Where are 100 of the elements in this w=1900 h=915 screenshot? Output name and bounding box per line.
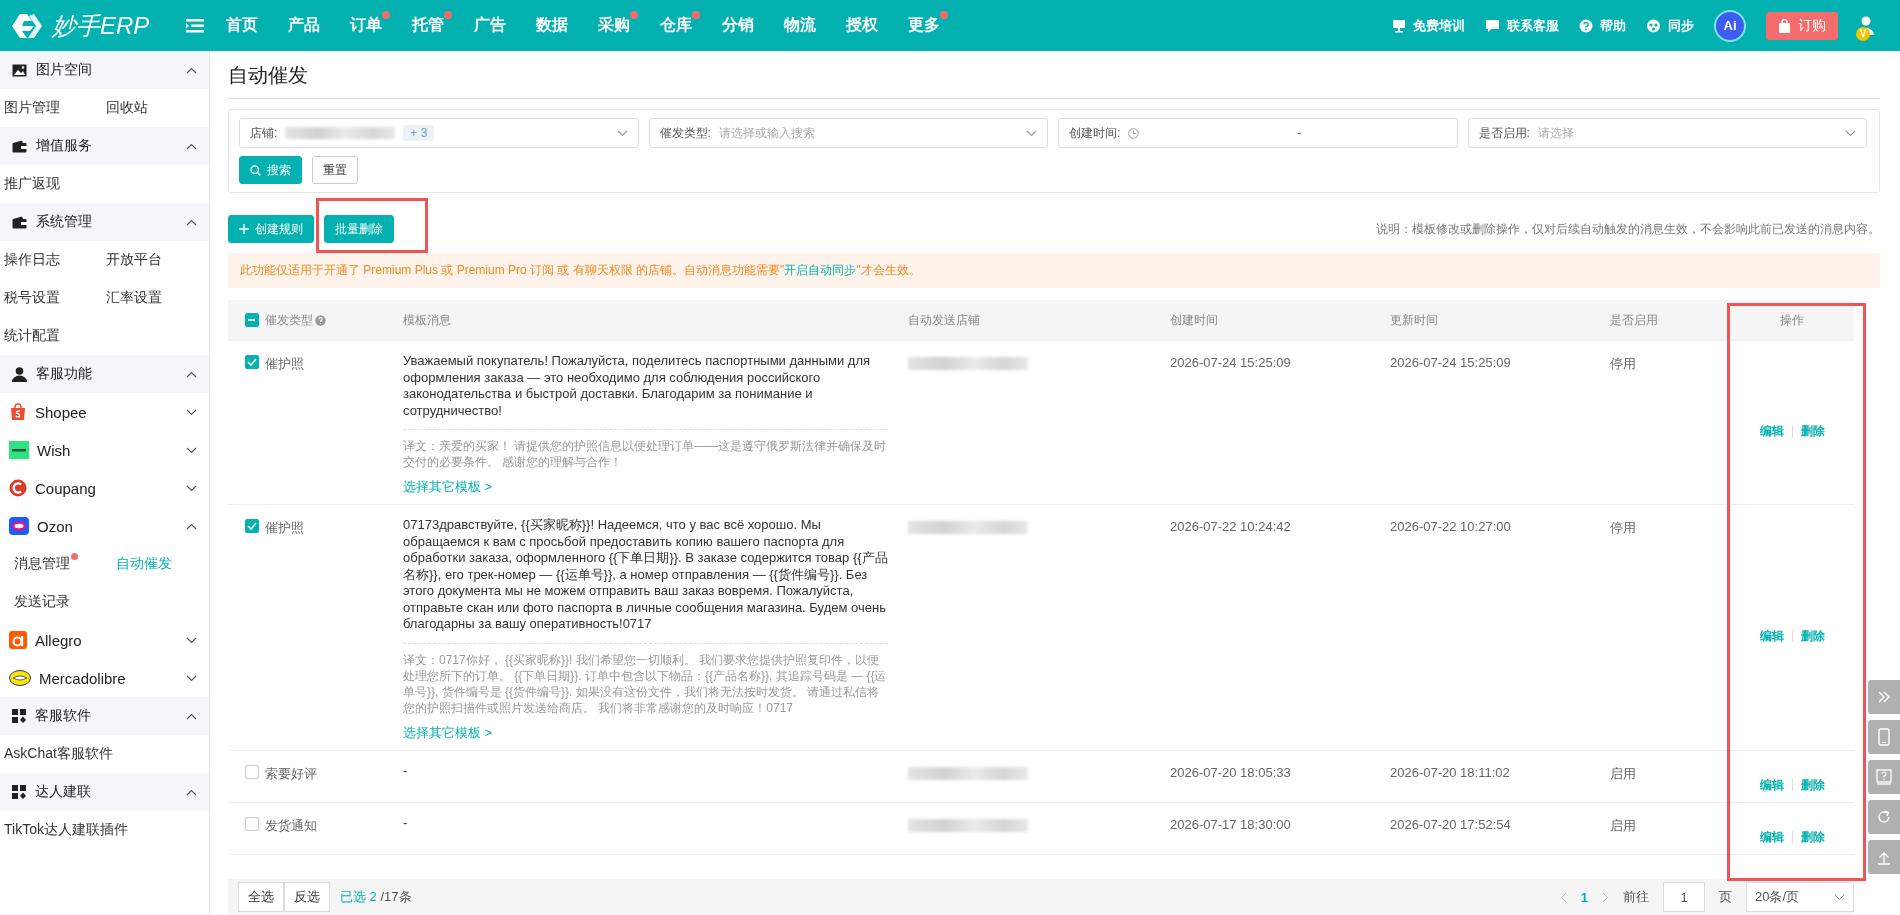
next-page-icon[interactable] [1602, 891, 1609, 903]
order-button[interactable]: 订购 [1766, 11, 1838, 40]
sync-icon [1646, 18, 1661, 33]
sidebar-link[interactable]: AskChat客服软件 [0, 735, 209, 773]
select-all-checkbox[interactable] [244, 313, 259, 327]
sidebar-section-title: 达人建联 [35, 783, 91, 801]
wallet-icon [12, 215, 27, 229]
ai-assistant-button[interactable]: Ai [1714, 9, 1746, 42]
sidebar-section-header[interactable]: 达人建联 [0, 773, 209, 811]
sidebar-link[interactable]: 汇率设置 [102, 279, 209, 317]
row-action-link[interactable]: 删除 [1800, 627, 1825, 645]
sidebar-link[interactable]: 开放平台 [102, 241, 209, 279]
platform-logo-icon [9, 441, 29, 459]
page-input[interactable]: 1 [1663, 882, 1705, 912]
filter-field[interactable]: 催发类型: 请选择或输入搜索 [648, 118, 1048, 148]
sidebar-link[interactable]: 回收站 [102, 89, 209, 127]
row-checkbox[interactable] [244, 355, 259, 369]
side-tool-button[interactable] [1868, 680, 1900, 714]
table-cell: 2026-07-22 10:24:42 [1170, 519, 1291, 534]
filter-field[interactable]: 是否启用: 请选择 [1467, 118, 1867, 148]
column-header: 更新时间 [1390, 311, 1438, 329]
sidebar-link[interactable]: 税号设置 [0, 279, 102, 317]
translation-text: 译文：0717你好， {{买家昵称}}! 我们希望您一切顺利。 我们要求您提供护照复印件，以便处理您所下的订单。 {{下单日期}}. 订单中包含以下物品：{{产品名称}}, 其追踪号码是 — {{运单号}}, 货件编号是 {{货件编号}}. 如果没有这份文件，我们将无法按时发货。 请通过私信将您的护照扫描件或照片发送给商店。 我们将非常感谢您的及时响应！0717 [403, 651, 888, 716]
row-action-link[interactable]: 编辑 [1759, 776, 1784, 794]
platform-menu-item[interactable]: Ozon [0, 507, 209, 545]
platform-name: Allegro [35, 631, 82, 649]
caret-icon [1845, 129, 1856, 137]
invert-selection-button[interactable]: 反选 [284, 882, 330, 912]
side-tool-button[interactable] [1868, 800, 1900, 834]
help-book-icon [1876, 769, 1892, 785]
table-cell: 停用 [1610, 355, 1636, 373]
image-icon [12, 63, 27, 77]
sidebar-section-title: 图片空间 [36, 61, 92, 79]
row-action-link[interactable]: 删除 [1800, 776, 1825, 794]
row-checkbox[interactable] [244, 816, 259, 831]
side-tool-button[interactable] [1868, 840, 1900, 874]
platform-menu-item[interactable]: Coupang [0, 469, 209, 507]
row-action-link[interactable]: 编辑 [1759, 423, 1784, 440]
plus-icon [239, 224, 249, 234]
platform-name: Wish [37, 441, 71, 459]
menu-icon[interactable] [186, 18, 204, 33]
table-cell: 2026-07-17 18:30:00 [1170, 816, 1291, 832]
goto-label: 前往 [1623, 888, 1649, 906]
row-checkbox[interactable] [244, 764, 259, 779]
count-tag: + 3 [403, 125, 435, 141]
sidebar-section-title: 客服软件 [35, 707, 91, 725]
row-checkbox[interactable] [244, 519, 259, 533]
filter-field[interactable]: 店铺: + 3 [239, 118, 639, 148]
sidebar-section-title: 系统管理 [36, 213, 92, 231]
column-header: 催发类型 [265, 311, 313, 329]
platform-menu-item[interactable]: Allegro [0, 621, 209, 659]
sidebar-link[interactable]: TikTok达人建联插件 [0, 811, 209, 849]
message-text: - [403, 762, 408, 779]
message-text: - [403, 814, 408, 831]
sidebar-link[interactable]: 发送记录 [10, 583, 112, 621]
sidebar-link[interactable]: 图片管理 [0, 89, 102, 127]
sidebar-section-title: 客服功能 [36, 365, 92, 383]
side-tool-button[interactable] [1868, 760, 1900, 794]
row-action-link[interactable]: 删除 [1800, 828, 1825, 846]
sidebar-section-header[interactable]: 图片空间 [0, 51, 209, 89]
page-size-select[interactable]: 20条/页 [1746, 882, 1854, 912]
caret-icon [616, 129, 628, 137]
sidebar-section-header[interactable]: 客服软件 [0, 697, 209, 735]
row-action-link[interactable]: 删除 [1800, 423, 1825, 440]
help-icon [315, 314, 326, 326]
sidebar-link[interactable]: 统计配置 [0, 317, 102, 355]
platform-name: Ozon [37, 517, 73, 535]
sidebar-link[interactable]: 自动催发 [112, 545, 209, 583]
filter-field[interactable]: 创建时间: - [1058, 118, 1458, 148]
apps-icon [12, 785, 26, 799]
platform-logo-icon [9, 631, 27, 649]
platform-menu-item[interactable]: Mercadolibre [0, 659, 209, 697]
sidebar-link[interactable]: 操作日志 [0, 241, 102, 279]
platform-menu-item[interactable]: Wish [0, 431, 209, 469]
choose-template-link[interactable]: 选择其它模板 > [403, 723, 493, 742]
reset-button[interactable]: 重置 [312, 156, 358, 184]
platform-name: Mercadolibre [39, 669, 126, 687]
help-icon [1579, 18, 1593, 33]
table-cell: 2026-07-20 18:11:02 [1390, 764, 1510, 780]
clock-icon [1128, 127, 1140, 139]
platform-name: Coupang [35, 479, 96, 497]
side-tool-button[interactable] [1868, 720, 1900, 754]
table-cell: 催护照 [265, 355, 304, 373]
select-all-button[interactable]: 全选 [238, 882, 284, 912]
row-action-link[interactable]: 编辑 [1759, 828, 1784, 846]
previous-page-icon[interactable] [1559, 891, 1567, 903]
platform-menu-item[interactable]: Shopee [0, 393, 209, 431]
table-cell: 停用 [1610, 519, 1636, 537]
sidebar-section-header[interactable]: 增值服务 [0, 127, 209, 165]
refresh-icon [1876, 809, 1892, 825]
shopping-bag-logo-icon [9, 403, 27, 421]
choose-template-link[interactable]: 选择其它模板 > [403, 478, 493, 496]
row-action-link[interactable]: 编辑 [1759, 627, 1784, 645]
sidebar-link[interactable]: 推广返现 [0, 165, 209, 203]
wallet-icon [12, 139, 27, 153]
platform-logo-icon [9, 517, 29, 535]
sidebar-section-header[interactable]: 客服功能 [0, 355, 209, 393]
page-title: 自动催发 [228, 51, 1880, 99]
sidebar-section-header[interactable]: 系统管理 [0, 203, 209, 241]
sidebar-link[interactable]: 消息管理 [10, 545, 112, 583]
